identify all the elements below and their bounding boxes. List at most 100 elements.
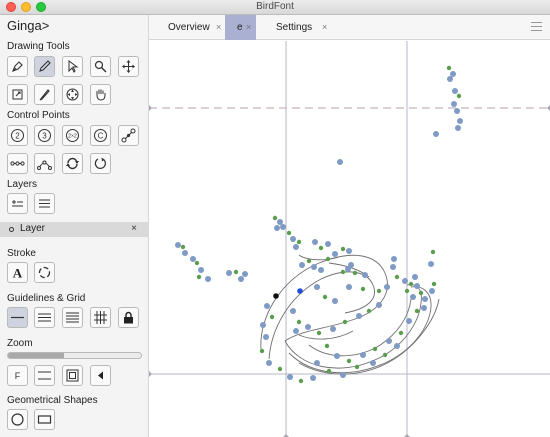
control-point[interactable] [390, 264, 396, 270]
control-point[interactable] [362, 272, 368, 278]
control-point[interactable] [421, 305, 427, 311]
control-point[interactable] [398, 330, 404, 336]
point-tool-button[interactable] [34, 56, 55, 77]
control-point[interactable] [287, 374, 293, 380]
control-point[interactable] [334, 353, 340, 359]
control-point[interactable] [382, 352, 388, 358]
stroke-direction-button[interactable] [34, 262, 55, 283]
control-point[interactable] [456, 93, 462, 99]
control-point[interactable] [272, 215, 278, 221]
lock-grid-button[interactable] [118, 307, 139, 328]
tab-settings-close[interactable]: × [322, 22, 327, 32]
control-point[interactable] [332, 298, 338, 304]
control-point[interactable] [408, 281, 414, 287]
control-point[interactable] [314, 360, 320, 366]
control-point[interactable] [447, 76, 453, 82]
more-guidelines-button[interactable] [62, 307, 83, 328]
control-point[interactable] [266, 360, 272, 366]
control-point[interactable] [394, 343, 400, 349]
control-point[interactable] [324, 343, 330, 349]
control-point[interactable] [452, 88, 458, 94]
control-point[interactable] [450, 71, 456, 77]
control-point[interactable] [277, 219, 283, 225]
stroke-width-button[interactable]: A [7, 262, 28, 283]
zoom-fit-width-button[interactable] [34, 365, 55, 386]
curve-points-button[interactable] [34, 153, 55, 174]
control-point[interactable] [182, 250, 188, 256]
glyph-drawing[interactable] [149, 41, 550, 437]
full-zoom-button[interactable]: F [7, 365, 28, 386]
resize-tool-button[interactable] [7, 84, 28, 105]
control-point[interactable] [406, 318, 412, 324]
tab-glyph-e[interactable]: e × [225, 15, 256, 40]
control-point[interactable] [286, 230, 292, 236]
control-point[interactable] [190, 256, 196, 262]
control-point[interactable] [384, 284, 390, 290]
selected-point[interactable] [297, 288, 303, 294]
control-point[interactable] [394, 274, 400, 280]
circle-shape-button[interactable] [7, 409, 28, 430]
select-tool-button[interactable] [62, 56, 83, 77]
control-point[interactable] [340, 372, 346, 378]
control-point[interactable] [259, 348, 265, 354]
convert-points-button[interactable]: C [90, 125, 111, 146]
previous-zoom-button[interactable] [90, 365, 111, 386]
control-point[interactable] [391, 256, 397, 262]
control-point[interactable] [372, 346, 378, 352]
menu-icon[interactable] [531, 22, 542, 31]
layer-options-button[interactable] [34, 193, 55, 214]
double-points-button[interactable]: 2×2 [62, 125, 83, 146]
control-point[interactable] [274, 225, 280, 231]
control-point[interactable] [298, 378, 304, 384]
control-point[interactable] [404, 288, 410, 294]
control-point[interactable] [326, 368, 332, 374]
control-point[interactable] [314, 284, 320, 290]
control-point[interactable] [433, 131, 439, 137]
control-point[interactable] [269, 314, 275, 320]
cubic-points-button[interactable]: 3 [34, 125, 55, 146]
zoom-slider[interactable] [7, 352, 142, 359]
control-point[interactable] [402, 278, 408, 284]
control-point[interactable] [352, 270, 358, 276]
control-point[interactable] [429, 288, 435, 294]
control-point[interactable] [455, 125, 461, 131]
tab-overview-close[interactable]: × [216, 22, 221, 32]
control-point[interactable] [376, 288, 382, 294]
guideline-options-button[interactable] [34, 307, 55, 328]
control-point[interactable] [242, 271, 248, 277]
control-point[interactable] [175, 242, 181, 248]
control-point[interactable] [205, 276, 211, 282]
control-point[interactable] [263, 334, 269, 340]
control-point[interactable] [318, 245, 324, 251]
control-point[interactable] [293, 328, 299, 334]
show-guidelines-button[interactable] [7, 307, 28, 328]
control-point[interactable] [316, 330, 322, 336]
control-point[interactable] [346, 248, 352, 254]
control-point[interactable] [312, 239, 318, 245]
control-point[interactable] [293, 244, 299, 250]
control-point[interactable] [322, 294, 328, 300]
control-point[interactable] [346, 284, 352, 290]
rectangle-shape-button[interactable] [34, 409, 55, 430]
control-point[interactable] [260, 322, 266, 328]
glyph-canvas[interactable] [149, 41, 550, 437]
control-point[interactable] [277, 366, 283, 372]
control-point[interactable] [386, 338, 392, 344]
control-point[interactable] [296, 239, 302, 245]
layer-item[interactable]: Layer × [0, 222, 149, 237]
control-point[interactable] [454, 108, 460, 114]
control-point[interactable] [342, 319, 348, 325]
control-point[interactable] [430, 249, 436, 255]
control-point[interactable] [310, 375, 316, 381]
control-point[interactable] [354, 364, 360, 370]
reflect-handle-button[interactable] [7, 153, 28, 174]
control-point[interactable] [346, 358, 352, 364]
reverse-path-button[interactable] [62, 153, 83, 174]
control-point[interactable] [414, 283, 420, 289]
control-point[interactable] [238, 276, 244, 282]
control-point[interactable] [290, 308, 296, 314]
zoom-tool-button[interactable] [90, 56, 111, 77]
control-point[interactable] [180, 244, 186, 250]
grid-button[interactable] [90, 307, 111, 328]
tab-overview[interactable]: Overview × [157, 15, 227, 40]
